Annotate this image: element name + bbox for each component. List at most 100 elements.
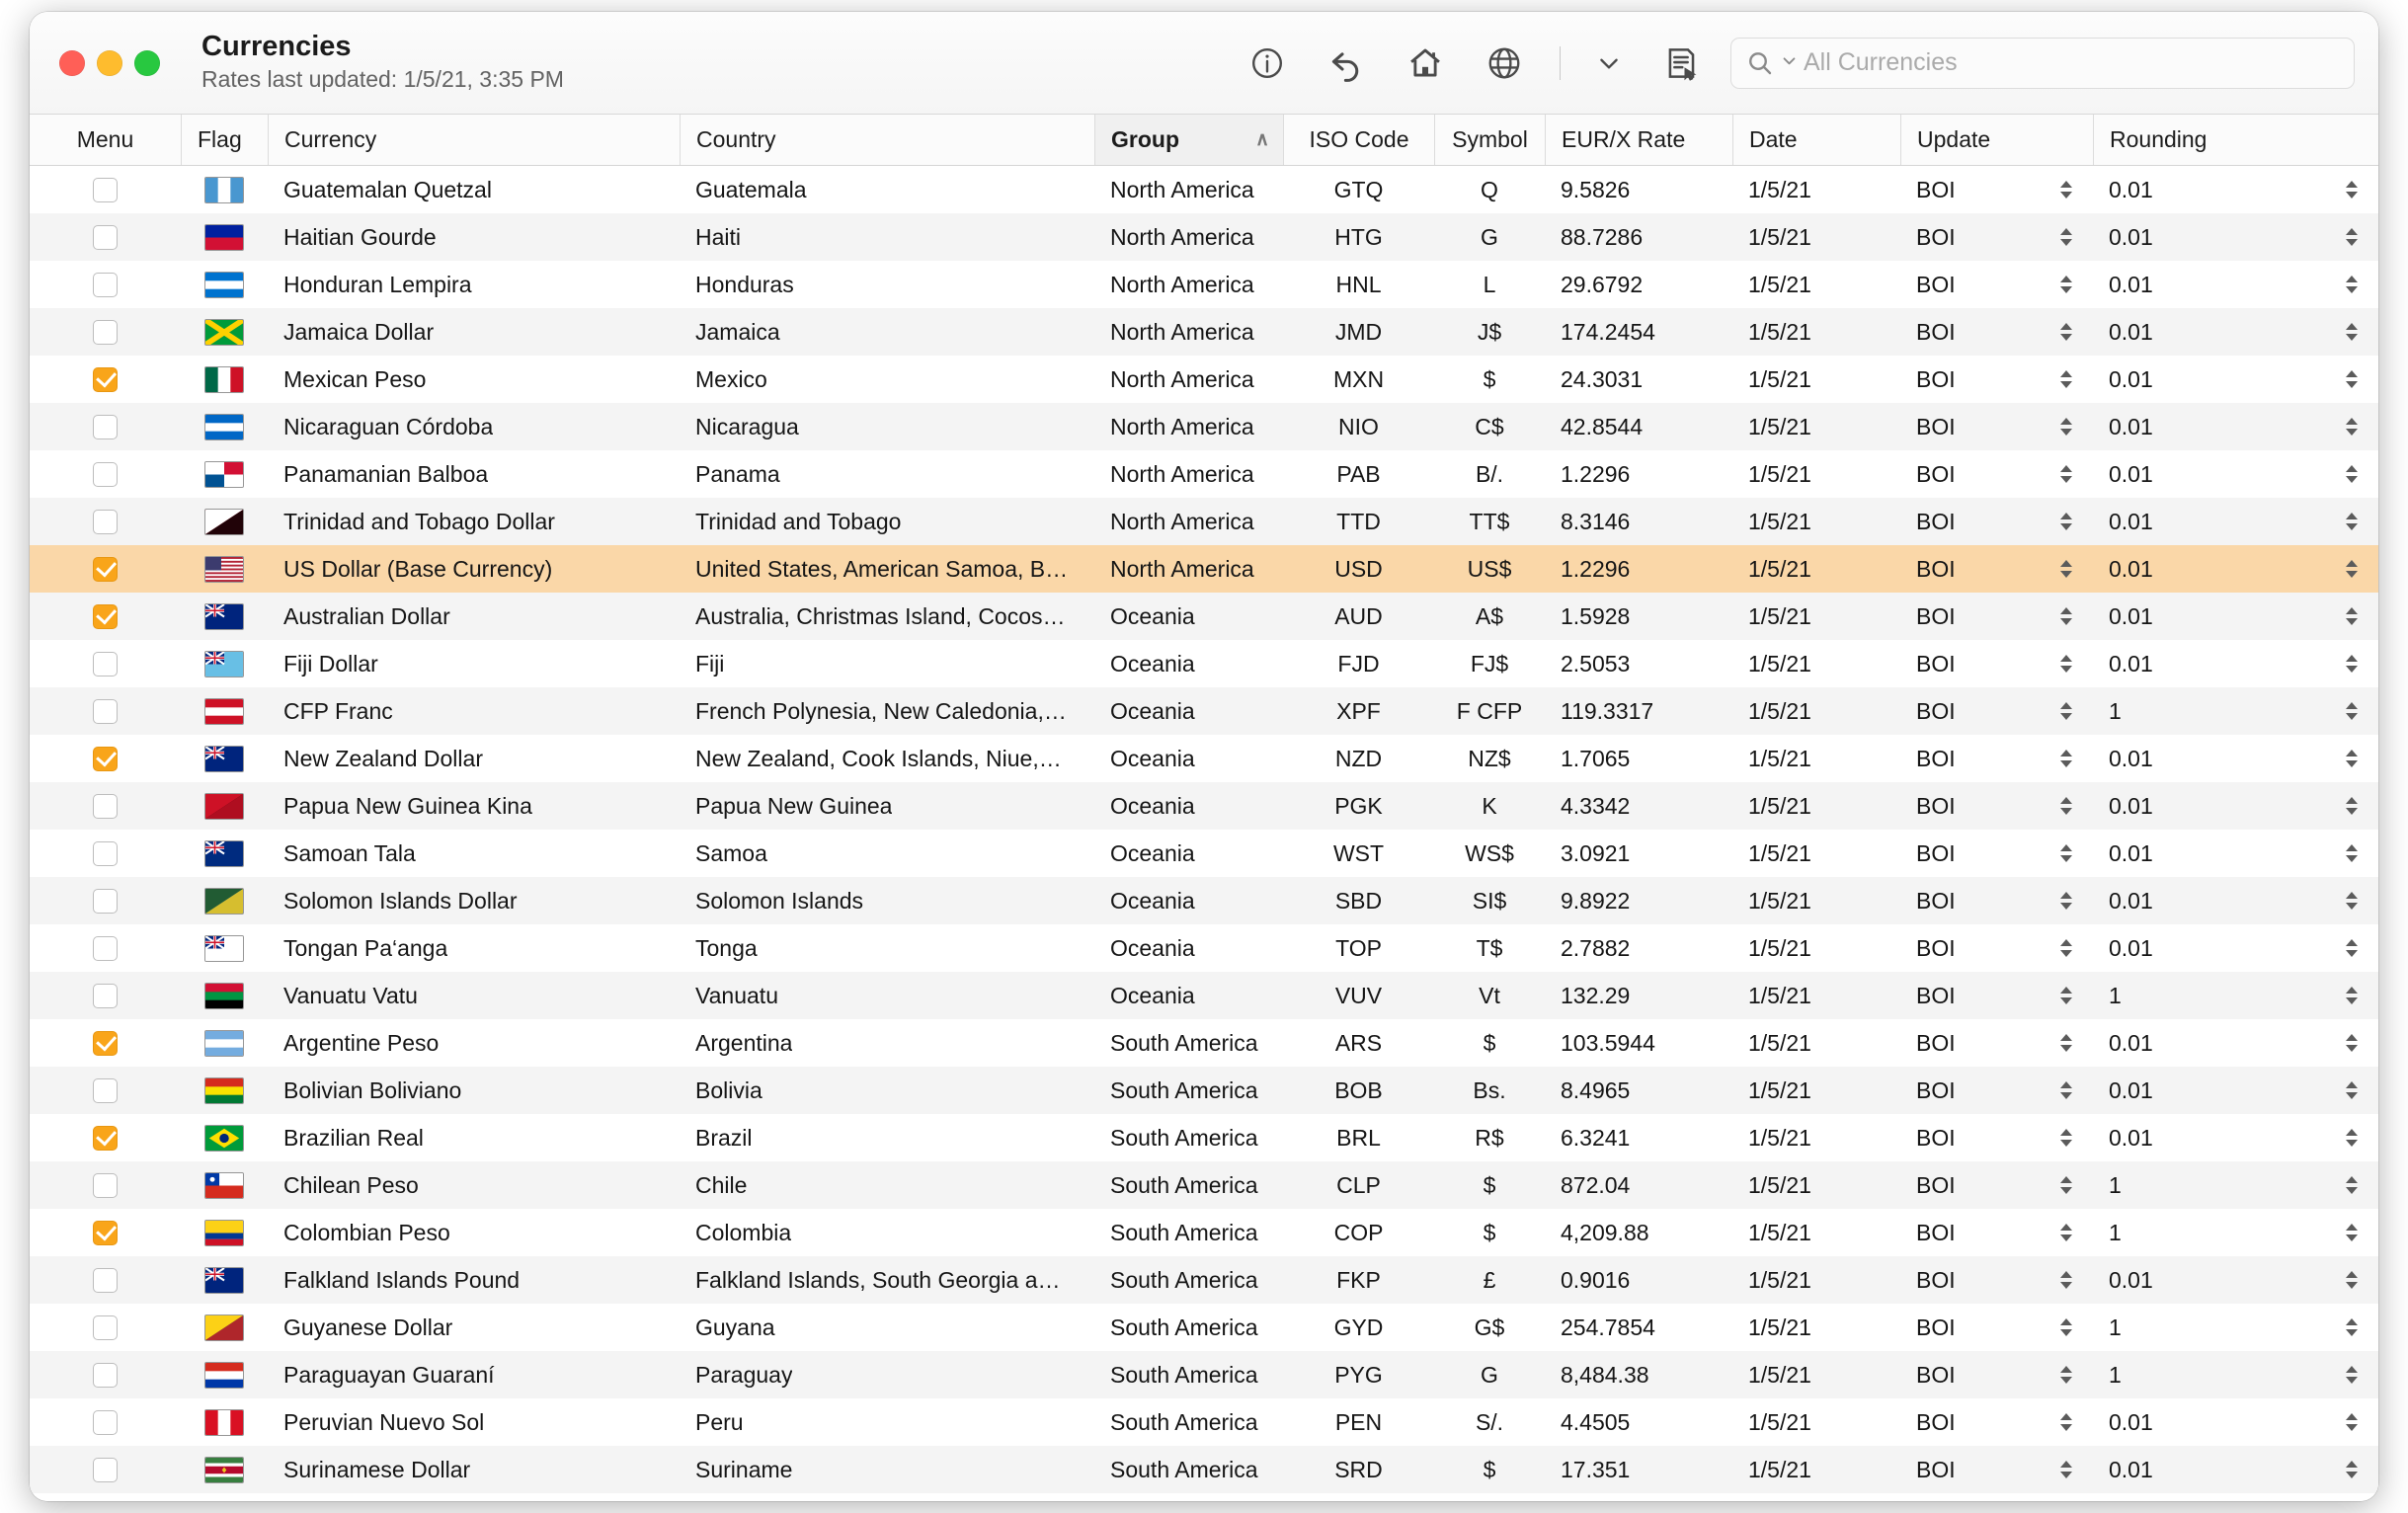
row-date-cell[interactable]: 1/5/21 xyxy=(1732,1304,1900,1351)
row-menu-cell[interactable] xyxy=(30,1398,181,1446)
row-currency-cell[interactable]: Panamanian Balboa xyxy=(268,450,680,498)
row-currency-cell[interactable]: Vanuatu Vatu xyxy=(268,972,680,1019)
row-update-cell[interactable]: BOI xyxy=(1900,1019,2093,1067)
row-rounding-cell[interactable]: 0.01 xyxy=(2093,877,2378,924)
row-menu-cell[interactable] xyxy=(30,687,181,735)
row-date-cell[interactable]: 1/5/21 xyxy=(1732,166,1900,213)
row-update-cell[interactable]: BOI xyxy=(1900,640,2093,687)
row-menu-cell[interactable] xyxy=(30,1114,181,1161)
row-symbol-cell[interactable]: Q xyxy=(1434,166,1545,213)
row-update-cell[interactable]: BOI xyxy=(1900,1398,2093,1446)
row-date-cell[interactable]: 1/5/21 xyxy=(1732,877,1900,924)
row-iso-cell[interactable]: ARS xyxy=(1283,1019,1434,1067)
row-group-cell[interactable]: Oceania xyxy=(1094,782,1283,830)
row-date-cell[interactable]: 1/5/21 xyxy=(1732,308,1900,356)
row-rounding-cell[interactable]: 0.01 xyxy=(2093,308,2378,356)
row-iso-cell[interactable]: TTD xyxy=(1283,498,1434,545)
row-menu-cell[interactable] xyxy=(30,1161,181,1209)
row-group-cell[interactable]: North America xyxy=(1094,356,1283,403)
row-iso-cell[interactable]: SRD xyxy=(1283,1446,1434,1493)
row-checkbox[interactable] xyxy=(93,177,118,202)
row-group-cell[interactable]: South America xyxy=(1094,1067,1283,1114)
row-country-cell[interactable]: Brazil xyxy=(680,1114,1094,1161)
row-country-cell[interactable]: United States, American Samoa, B… xyxy=(680,545,1094,593)
row-menu-cell[interactable] xyxy=(30,356,181,403)
row-country-cell[interactable]: Guatemala xyxy=(680,166,1094,213)
row-country-cell[interactable]: Australia, Christmas Island, Cocos… xyxy=(680,593,1094,640)
row-symbol-cell[interactable]: US$ xyxy=(1434,545,1545,593)
row-rate-cell[interactable]: 4.4505 xyxy=(1545,1398,1732,1446)
row-country-cell[interactable]: Falkland Islands, South Georgia a… xyxy=(680,1256,1094,1304)
row-symbol-cell[interactable]: F CFP xyxy=(1434,687,1545,735)
row-group-cell[interactable]: Oceania xyxy=(1094,593,1283,640)
row-symbol-cell[interactable]: R$ xyxy=(1434,1114,1545,1161)
row-group-cell[interactable]: North America xyxy=(1094,403,1283,450)
row-iso-cell[interactable]: COP xyxy=(1283,1209,1434,1256)
row-menu-cell[interactable] xyxy=(30,261,181,308)
update-stepper[interactable] xyxy=(2053,884,2079,917)
row-currency-cell[interactable]: Fiji Dollar xyxy=(268,640,680,687)
row-checkbox[interactable] xyxy=(93,793,118,819)
update-stepper[interactable] xyxy=(2053,694,2079,728)
row-rounding-cell[interactable]: 1 xyxy=(2093,1209,2378,1256)
rounding-stepper[interactable] xyxy=(2339,1358,2365,1392)
row-rate-cell[interactable]: 2.7882 xyxy=(1545,924,1732,972)
update-stepper[interactable] xyxy=(2053,505,2079,538)
rounding-stepper[interactable] xyxy=(2339,315,2365,349)
row-iso-cell[interactable]: HNL xyxy=(1283,261,1434,308)
table-row[interactable]: Fiji Dollar Fiji Oceania FJD FJ$ 2.5053 … xyxy=(30,640,2378,687)
rounding-stepper[interactable] xyxy=(2339,505,2365,538)
row-group-cell[interactable]: North America xyxy=(1094,166,1283,213)
table-row[interactable]: Honduran Lempira Honduras North America … xyxy=(30,261,2378,308)
row-rounding-cell[interactable]: 0.01 xyxy=(2093,593,2378,640)
row-currency-cell[interactable]: Guyanese Dollar xyxy=(268,1304,680,1351)
search-scope-chevron-icon[interactable] xyxy=(1781,52,1798,74)
row-menu-cell[interactable] xyxy=(30,1067,181,1114)
row-rounding-cell[interactable]: 1 xyxy=(2093,687,2378,735)
row-checkbox[interactable] xyxy=(93,746,118,771)
row-rounding-cell[interactable]: 0.01 xyxy=(2093,545,2378,593)
row-symbol-cell[interactable]: A$ xyxy=(1434,593,1545,640)
row-rounding-cell[interactable]: 0.01 xyxy=(2093,1446,2378,1493)
table-row[interactable]: Mexican Peso Mexico North America MXN $ … xyxy=(30,356,2378,403)
row-group-cell[interactable]: South America xyxy=(1094,1351,1283,1398)
row-iso-cell[interactable]: PEN xyxy=(1283,1398,1434,1446)
row-currency-cell[interactable]: Chilean Peso xyxy=(268,1161,680,1209)
row-group-cell[interactable]: South America xyxy=(1094,1161,1283,1209)
row-date-cell[interactable]: 1/5/21 xyxy=(1732,782,1900,830)
update-stepper[interactable] xyxy=(2053,552,2079,586)
row-rounding-cell[interactable]: 0.01 xyxy=(2093,213,2378,261)
row-checkbox[interactable] xyxy=(93,1172,118,1198)
row-currency-cell[interactable]: Haitian Gourde xyxy=(268,213,680,261)
row-symbol-cell[interactable]: WS$ xyxy=(1434,830,1545,877)
row-country-cell[interactable]: Vanuatu xyxy=(680,972,1094,1019)
row-iso-cell[interactable]: GTQ xyxy=(1283,166,1434,213)
row-currency-cell[interactable]: Guatemalan Quetzal xyxy=(268,166,680,213)
row-rate-cell[interactable]: 42.8544 xyxy=(1545,403,1732,450)
update-stepper[interactable] xyxy=(2053,1026,2079,1060)
row-currency-cell[interactable]: Papua New Guinea Kina xyxy=(268,782,680,830)
row-checkbox[interactable] xyxy=(93,461,118,487)
row-iso-cell[interactable]: JMD xyxy=(1283,308,1434,356)
row-rate-cell[interactable]: 132.29 xyxy=(1545,972,1732,1019)
row-rounding-cell[interactable]: 0.01 xyxy=(2093,1114,2378,1161)
row-iso-cell[interactable]: CLP xyxy=(1283,1161,1434,1209)
row-rate-cell[interactable]: 1.5928 xyxy=(1545,593,1732,640)
row-iso-cell[interactable]: SBD xyxy=(1283,877,1434,924)
row-date-cell[interactable]: 1/5/21 xyxy=(1732,1256,1900,1304)
update-stepper[interactable] xyxy=(2053,836,2079,870)
row-menu-cell[interactable] xyxy=(30,1304,181,1351)
row-currency-cell[interactable]: Peruvian Nuevo Sol xyxy=(268,1398,680,1446)
row-symbol-cell[interactable]: G$ xyxy=(1434,1304,1545,1351)
row-rounding-cell[interactable]: 1 xyxy=(2093,1161,2378,1209)
row-symbol-cell[interactable]: Vt xyxy=(1434,972,1545,1019)
row-rounding-cell[interactable]: 0.01 xyxy=(2093,830,2378,877)
info-icon[interactable] xyxy=(1244,40,1291,87)
row-checkbox[interactable] xyxy=(93,556,118,582)
row-update-cell[interactable]: BOI xyxy=(1900,213,2093,261)
row-currency-cell[interactable]: Honduran Lempira xyxy=(268,261,680,308)
row-country-cell[interactable]: Peru xyxy=(680,1398,1094,1446)
row-menu-cell[interactable] xyxy=(30,593,181,640)
close-button[interactable] xyxy=(59,49,85,76)
rounding-stepper[interactable] xyxy=(2339,1074,2365,1107)
